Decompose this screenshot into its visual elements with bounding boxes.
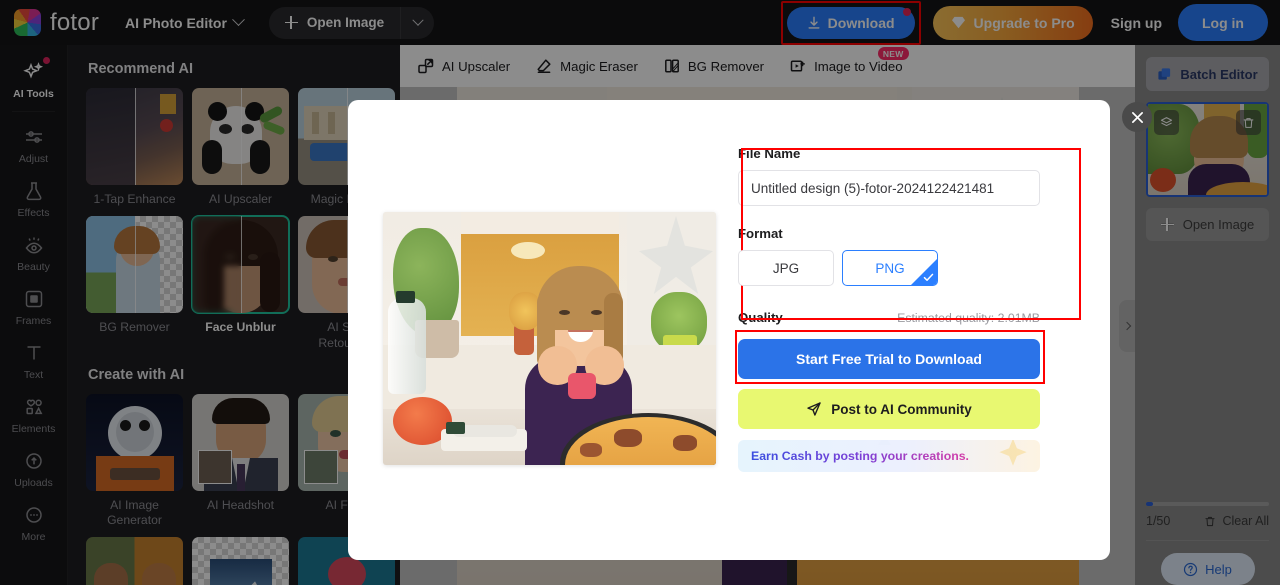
earn-cash-banner[interactable]: Earn Cash by posting your creations.: [738, 440, 1040, 472]
file-format-red-highlight: [741, 148, 1081, 320]
modal-preview-pane: [348, 100, 738, 560]
cta-red-highlight: [735, 330, 1045, 384]
cta-wrapper: Start Free Trial to Download: [735, 330, 1045, 384]
modal-options-pane: File Name Format JPG PNG Quality Estimat…: [735, 100, 1110, 560]
banner-notch: [878, 440, 891, 445]
check-icon: [923, 273, 934, 281]
export-preview-image: [383, 212, 716, 465]
fotor-app-window: fotor AI Photo Editor Open Image Downloa…: [0, 0, 1280, 585]
format-option-png[interactable]: PNG: [842, 250, 938, 286]
post-to-ai-community-button[interactable]: Post to AI Community: [738, 389, 1040, 429]
star-icon: [999, 440, 1027, 466]
close-icon: [1131, 111, 1143, 123]
format-option-jpg[interactable]: JPG: [738, 250, 834, 286]
format-option-png-label: PNG: [875, 260, 905, 276]
modal-close-button[interactable]: [1122, 102, 1152, 132]
send-icon: [807, 402, 821, 416]
post-to-ai-community-label: Post to AI Community: [831, 401, 972, 417]
earn-cash-label: Earn Cash by posting your creations.: [751, 449, 969, 463]
download-modal: File Name Format JPG PNG Quality Estimat…: [348, 100, 1152, 560]
